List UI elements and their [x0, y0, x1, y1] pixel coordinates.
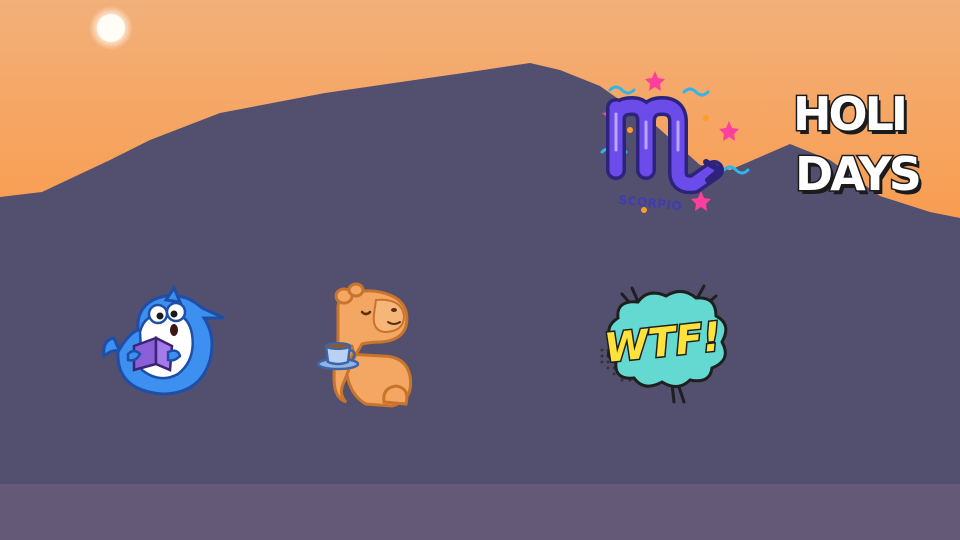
holidays-line1: HOLI: [793, 87, 905, 141]
scorpio-zodiac-icon: SCORPIO: [600, 71, 750, 214]
wtf-sticker[interactable]: WTF!: [592, 284, 736, 404]
scorpio-sticker[interactable]: SCORPIO: [588, 70, 750, 220]
holidays-lettering-icon: HOLI HOLI DAYS DAYS: [792, 86, 925, 206]
holidays-line2: DAYS: [795, 147, 919, 201]
holidays-sticker[interactable]: HOLI HOLI DAYS DAYS: [788, 76, 938, 208]
wtf-speech-bubble-icon: WTF!: [600, 284, 728, 404]
ground-strip: [0, 484, 960, 540]
shark-reading-book-icon: [102, 284, 225, 396]
slide-canvas: SCORPIO HOLI HOLI DAYS DAYS WTF!: [0, 0, 960, 540]
capybara-sticker[interactable]: [316, 282, 420, 410]
capybara-with-tea-icon: [316, 282, 413, 408]
shark-sticker[interactable]: [100, 284, 230, 400]
scorpio-label: SCORPIO: [618, 193, 683, 214]
